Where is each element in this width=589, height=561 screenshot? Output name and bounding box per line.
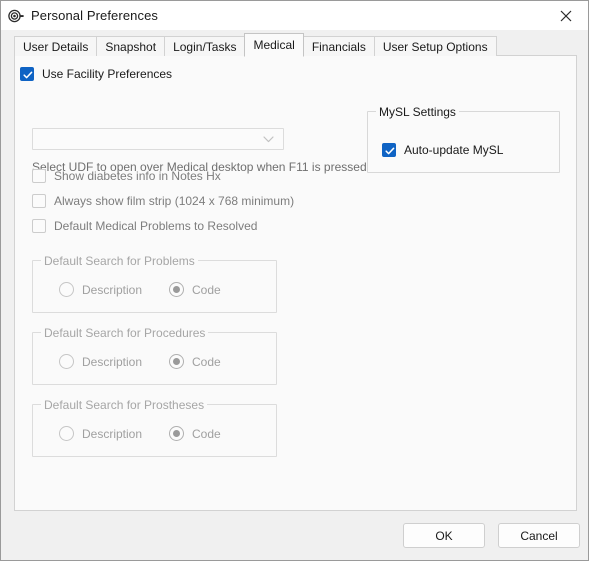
radio-label: Description (82, 354, 143, 369)
checkbox-label: Default Medical Problems to Resolved (54, 219, 258, 233)
tab-user-setup-options[interactable]: User Setup Options (373, 36, 497, 56)
group-title: Default Search for Procedures (41, 326, 209, 340)
check-icon (23, 71, 33, 79)
checkbox-box (32, 169, 46, 183)
ok-button[interactable]: OK (403, 523, 485, 548)
window-title: Personal Preferences (31, 8, 159, 23)
tab-label: User Setup Options (382, 39, 488, 54)
tab-label: Medical (253, 38, 295, 52)
checkbox-box (382, 143, 396, 157)
medical-tab-panel: Use Facility Preferences Select UDF to o… (14, 55, 577, 511)
radio-label: Description (82, 282, 143, 297)
radio-label: Code (192, 282, 221, 297)
checkbox-use-facility-preferences[interactable]: Use Facility Preferences (20, 67, 172, 81)
checkbox-box (20, 67, 34, 81)
radio-button (169, 282, 184, 297)
radio-problems-code[interactable]: Code (169, 282, 221, 297)
tab-label: Snapshot (105, 39, 157, 54)
close-button[interactable] (544, 1, 588, 30)
radio-prostheses-code[interactable]: Code (169, 426, 221, 441)
checkbox-always-show-film-strip[interactable]: Always show film strip (1024 x 768 minim… (32, 194, 294, 208)
tab-medical[interactable]: Medical (244, 33, 304, 57)
preferences-key-icon (8, 8, 24, 24)
group-title: Default Search for Problems (41, 254, 198, 268)
udf-combobox[interactable] (32, 128, 284, 150)
default-search-problems-group: Default Search for Problems Description … (32, 254, 277, 313)
radio-procedures-description[interactable]: Description (59, 354, 142, 369)
radio-button (59, 354, 74, 369)
radio-label: Code (192, 354, 221, 369)
tab-financials[interactable]: Financials (302, 36, 375, 56)
radio-problems-description[interactable]: Description (59, 282, 142, 297)
cancel-button-label: Cancel (520, 528, 558, 543)
radio-procedures-code[interactable]: Code (169, 354, 221, 369)
mysl-settings-group: MySL Settings Auto-update MySL (367, 105, 560, 173)
checkbox-label: Show diabetes info in Notes Hx (54, 169, 221, 183)
dialog-footer: OK Cancel (1, 512, 588, 560)
radio-button (59, 426, 74, 441)
radio-button (169, 426, 184, 441)
radio-label: Description (82, 426, 143, 441)
tab-label: Login/Tasks (173, 39, 237, 54)
tab-strip: User Details Snapshot Login/Tasks Medica… (14, 33, 497, 57)
tab-label: Financials (311, 39, 366, 54)
checkbox-auto-update-mysl[interactable]: Auto-update MySL (382, 143, 503, 157)
check-icon (385, 147, 395, 155)
close-icon (560, 10, 572, 21)
cancel-button[interactable]: Cancel (498, 523, 580, 548)
checkbox-box (32, 219, 46, 233)
default-search-procedures-group: Default Search for Procedures Descriptio… (32, 326, 277, 385)
chevron-down-icon (263, 135, 274, 142)
tab-login-tasks[interactable]: Login/Tasks (164, 36, 246, 56)
group-title: Default Search for Prostheses (41, 398, 208, 412)
tab-snapshot[interactable]: Snapshot (96, 36, 166, 56)
checkbox-show-diabetes-info[interactable]: Show diabetes info in Notes Hx (32, 169, 221, 183)
radio-button (169, 354, 184, 369)
checkbox-label: Use Facility Preferences (42, 67, 173, 81)
title-bar: Personal Preferences (1, 1, 588, 30)
ok-button-label: OK (435, 528, 453, 543)
checkbox-label: Auto-update MySL (404, 143, 504, 157)
checkbox-box (32, 194, 46, 208)
radio-prostheses-description[interactable]: Description (59, 426, 142, 441)
radio-button (59, 282, 74, 297)
radio-label: Code (192, 426, 221, 441)
checkbox-default-medical-problems-resolved[interactable]: Default Medical Problems to Resolved (32, 219, 257, 233)
tab-user-details[interactable]: User Details (14, 36, 98, 56)
personal-preferences-window: Personal Preferences User Details Snapsh… (0, 0, 589, 561)
checkbox-label: Always show film strip (1024 x 768 minim… (54, 194, 295, 208)
tab-label: User Details (23, 39, 89, 54)
default-search-prostheses-group: Default Search for Prostheses Descriptio… (32, 398, 277, 457)
mysl-settings-group-title: MySL Settings (376, 105, 459, 119)
